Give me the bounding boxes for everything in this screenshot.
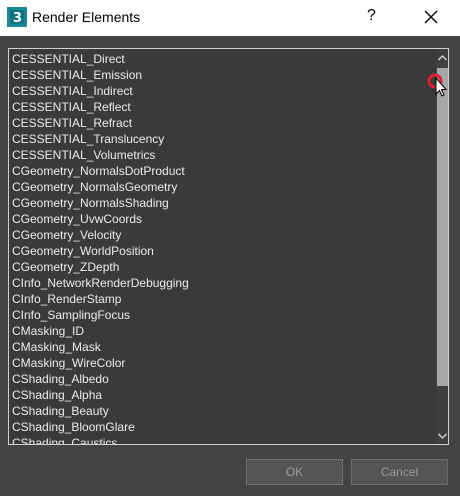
- svg-text:3: 3: [13, 11, 22, 26]
- list-item[interactable]: CMasking_WireColor: [12, 355, 422, 371]
- chevron-down-icon[interactable]: [436, 429, 449, 443]
- list-item[interactable]: CShading_Beauty: [12, 403, 422, 419]
- list-item[interactable]: CESSENTIAL_Volumetrics: [12, 147, 422, 163]
- list-item[interactable]: CMasking_Mask: [12, 339, 422, 355]
- list-item[interactable]: CGeometry_Velocity: [12, 227, 422, 243]
- list-item[interactable]: CGeometry_NormalsGeometry: [12, 179, 422, 195]
- mouse-cursor-icon: [427, 73, 448, 97]
- list-item[interactable]: CInfo_RenderStamp: [12, 291, 422, 307]
- help-icon[interactable]: ?: [367, 7, 376, 25]
- list-item[interactable]: CShading_BloomGlare: [12, 419, 422, 435]
- list-item[interactable]: CShading_Albedo: [12, 371, 422, 387]
- chevron-up-icon[interactable]: [436, 51, 449, 65]
- list-items: CESSENTIAL_Direct CESSENTIAL_Emission CESS…: [12, 51, 422, 444]
- scrollbar-thumb[interactable]: [437, 68, 448, 386]
- close-icon[interactable]: [420, 6, 442, 28]
- list-item[interactable]: CGeometry_NormalsShading: [12, 195, 422, 211]
- list-item[interactable]: CMasking_ID: [12, 323, 422, 339]
- list-item[interactable]: CGeometry_WorldPosition: [12, 243, 422, 259]
- list-item[interactable]: CESSENTIAL_Translucency: [12, 131, 422, 147]
- ok-button[interactable]: OK: [246, 459, 343, 485]
- list-item[interactable]: CGeometry_UvwCoords: [12, 211, 422, 227]
- list-item[interactable]: CESSENTIAL_Emission: [12, 67, 422, 83]
- list-item[interactable]: CGeometry_NormalsDotProduct: [12, 163, 422, 179]
- list-item[interactable]: CInfo_SamplingFocus: [12, 307, 422, 323]
- list-item[interactable]: CESSENTIAL_Indirect: [12, 83, 422, 99]
- list-item[interactable]: CShading_Caustics: [12, 435, 422, 444]
- list-item[interactable]: CGeometry_ZDepth: [12, 259, 422, 275]
- cancel-button[interactable]: Cancel: [351, 459, 448, 485]
- list-item[interactable]: CShading_Alpha: [12, 387, 422, 403]
- list-item[interactable]: CESSENTIAL_Direct: [12, 51, 422, 67]
- list-item[interactable]: CESSENTIAL_Refract: [12, 115, 422, 131]
- list-item[interactable]: CESSENTIAL_Reflect: [12, 99, 422, 115]
- render-elements-list[interactable]: CESSENTIAL_Direct CESSENTIAL_Emission CESS…: [8, 48, 449, 445]
- list-item[interactable]: CInfo_NetworkRenderDebugging: [12, 275, 422, 291]
- vertical-scrollbar[interactable]: [436, 49, 449, 444]
- title-bar: 3 Render Elements ?: [0, 0, 460, 36]
- window-title: Render Elements: [32, 9, 141, 25]
- 3ds-max-app-icon: 3: [7, 7, 27, 27]
